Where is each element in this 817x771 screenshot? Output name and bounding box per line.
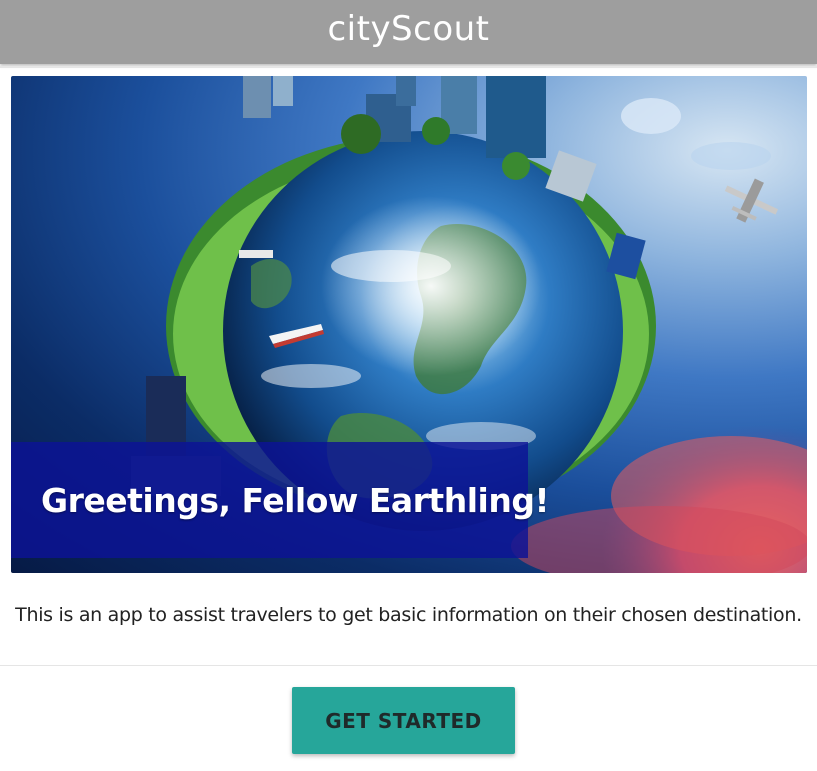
- app-description: This is an app to assist travelers to ge…: [15, 604, 802, 626]
- hero-banner: Greetings, Fellow Earthling!: [11, 76, 807, 573]
- hero-caption: Greetings, Fellow Earthling!: [41, 480, 550, 520]
- content-divider: [0, 665, 817, 666]
- app-header: cityScout: [0, 0, 817, 64]
- hero-caption-box: Greetings, Fellow Earthling!: [11, 442, 550, 558]
- header-divider: [0, 66, 817, 68]
- get-started-button[interactable]: GET STARTED: [292, 687, 515, 754]
- app-title: cityScout: [327, 9, 490, 49]
